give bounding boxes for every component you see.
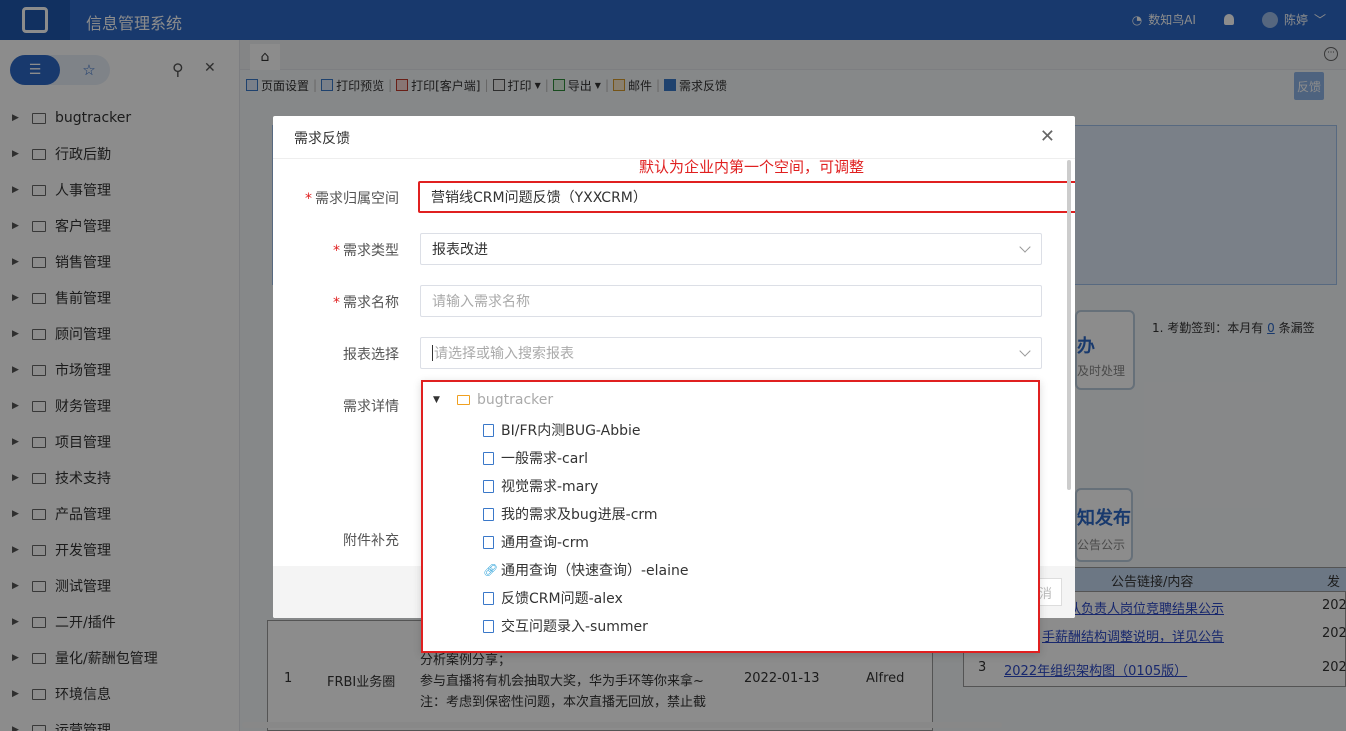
type-value: 报表改进 <box>432 242 488 258</box>
caret-down-icon: ▼ <box>433 395 440 405</box>
tree-root-label: bugtracker <box>477 392 554 408</box>
type-select[interactable]: 报表改进 <box>420 233 1042 265</box>
annotation-text: 默认为企业内第一个空间，可调整 <box>639 158 865 176</box>
tree-item[interactable]: 🔗︎ 通用查询（快速查询）-elaine <box>483 560 689 580</box>
tree-item[interactable]: 我的需求及bug进展-crm <box>483 504 658 524</box>
tree-item[interactable]: 一般需求-carl <box>483 448 588 468</box>
dialog-scrollbar[interactable] <box>1067 160 1071 490</box>
space-select[interactable]: 营销线CRM问题反馈（YXXCRM） <box>418 181 1075 213</box>
document-icon <box>483 451 494 465</box>
document-icon <box>483 591 494 605</box>
link-icon: 🔗︎ <box>483 563 499 577</box>
tree-item-label: 一般需求-carl <box>501 451 588 467</box>
chevron-down-icon <box>1019 345 1031 357</box>
folder-icon <box>457 395 470 405</box>
dialog-title: 需求反馈 <box>294 131 350 147</box>
detail-label: 需求详情 <box>343 399 399 415</box>
report-label: 报表选择 <box>343 347 399 363</box>
report-select[interactable]: 请选择或输入搜索报表 <box>420 337 1042 369</box>
document-icon <box>483 479 494 493</box>
space-value: 营销线CRM问题反馈（YXXCRM） <box>431 190 647 206</box>
attach-label: 附件补充 <box>343 533 399 549</box>
name-placeholder: 请输入需求名称 <box>432 294 530 310</box>
space-label: * 需求归属空间 <box>305 191 399 207</box>
chevron-down-icon <box>1019 241 1031 253</box>
name-input[interactable]: 请输入需求名称 <box>420 285 1042 317</box>
tree-item[interactable]: BI/FR内测BUG-Abbie <box>483 420 641 440</box>
horizontal-scrollbar[interactable] <box>242 722 1002 728</box>
report-placeholder: 请选择或输入搜索报表 <box>434 346 574 362</box>
document-icon <box>483 423 494 437</box>
tree-item-label: 反馈CRM问题-alex <box>501 591 623 607</box>
tree-item-label: 通用查询-crm <box>501 535 589 551</box>
tree-item[interactable]: 交互问题录入-summer <box>483 616 648 636</box>
name-label: * 需求名称 <box>333 295 399 311</box>
close-icon[interactable]: ✕ <box>1040 126 1055 147</box>
tree-item-label: 交互问题录入-summer <box>501 619 648 635</box>
document-icon <box>483 535 494 549</box>
tree-item-label: BI/FR内测BUG-Abbie <box>501 423 641 439</box>
type-label: * 需求类型 <box>333 243 399 259</box>
tree-item-label: 我的需求及bug进展-crm <box>501 507 658 523</box>
tree-root[interactable]: ▼ bugtracker <box>433 392 553 408</box>
tree-item-label: 视觉需求-mary <box>501 479 599 495</box>
tree-item[interactable]: 反馈CRM问题-alex <box>483 588 623 608</box>
document-icon <box>483 507 494 521</box>
tree-item[interactable]: 视觉需求-mary <box>483 476 598 496</box>
document-icon <box>483 619 494 633</box>
tree-item[interactable]: 通用查询-crm <box>483 532 589 552</box>
tree-item-label: 通用查询（快速查询）-elaine <box>501 563 689 579</box>
report-dropdown: ▼ bugtracker BI/FR内测BUG-Abbie 一般需求-carl 视觉需… <box>421 380 1040 653</box>
